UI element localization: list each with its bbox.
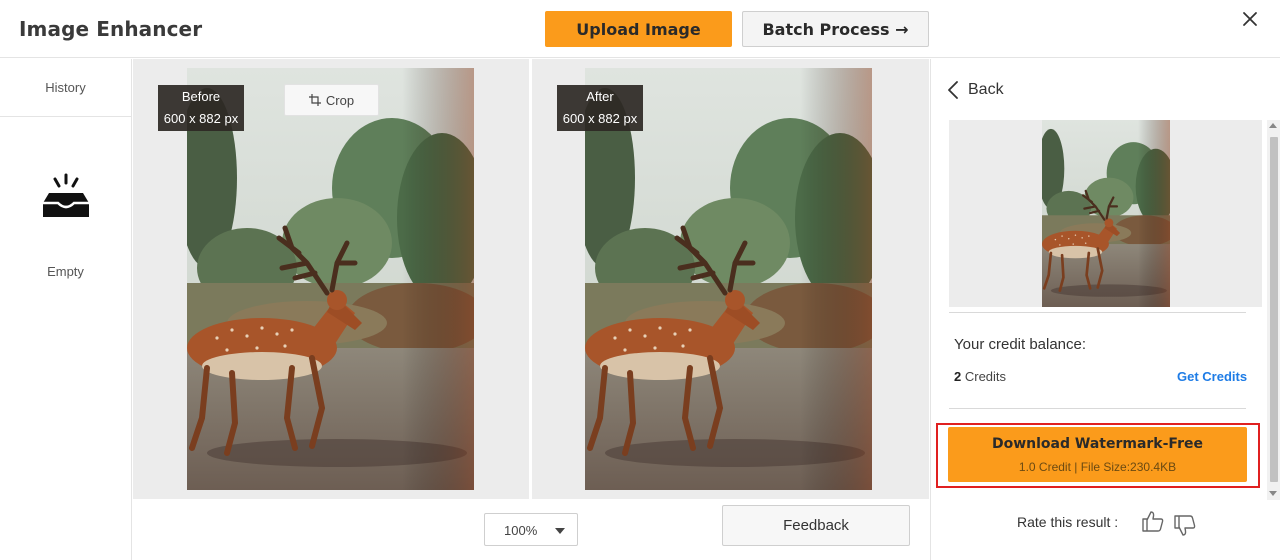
compare-area: Before 600 x 882 px Crop After 600 x 882… — [133, 59, 929, 560]
download-watermark-free-button[interactable]: Download Watermark-Free 1.0 Credit | Fil… — [948, 427, 1247, 482]
chevron-down-icon — [555, 528, 565, 534]
result-thumbnail — [1042, 120, 1170, 307]
history-tab[interactable]: History — [0, 59, 131, 117]
after-size: 600 x 882 px — [562, 111, 638, 126]
thumbs-up-icon[interactable] — [1141, 509, 1165, 533]
divider — [949, 312, 1246, 313]
scrollbar[interactable] — [1267, 120, 1280, 500]
before-size: 600 x 882 px — [163, 111, 239, 126]
before-badge: Before 600 x 882 px — [158, 85, 244, 131]
download-subtitle: 1.0 Credit | File Size:230.4KB — [1018, 460, 1177, 474]
crop-icon — [308, 94, 321, 106]
batch-process-button[interactable]: Batch Process → — [742, 11, 929, 47]
before-label: Before — [181, 89, 221, 104]
after-label: After — [586, 89, 614, 104]
before-pane: Before 600 x 882 px Crop — [133, 59, 529, 499]
after-pane: After 600 x 882 px — [532, 59, 929, 499]
crop-label: Crop — [325, 92, 355, 108]
after-image — [585, 68, 872, 490]
upload-image-button[interactable]: Upload Image — [545, 11, 732, 47]
after-badge: After 600 x 882 px — [557, 85, 643, 131]
close-icon[interactable] — [1240, 9, 1260, 29]
result-panel: Back Your credit balance: 2 Credits Get … — [930, 59, 1280, 560]
chevron-left-icon — [948, 81, 958, 99]
feedback-button[interactable]: Feedback — [722, 505, 910, 546]
top-bar: Image Enhancer Upload Image Batch Proces… — [0, 0, 1280, 58]
result-preview — [949, 120, 1262, 307]
back-label: Back — [968, 81, 1004, 98]
credit-count-unit: Credits — [961, 369, 1007, 384]
thumbs-down-icon[interactable] — [1173, 514, 1197, 538]
scrollbar-thumb[interactable] — [1270, 137, 1278, 482]
get-credits-link[interactable]: Get Credits — [1177, 369, 1247, 384]
before-image — [187, 68, 474, 490]
credit-count: 2 Credits — [954, 369, 1006, 384]
scroll-down-arrow-icon[interactable] — [1269, 491, 1277, 496]
zoom-select[interactable]: 100% — [484, 513, 578, 546]
divider — [949, 408, 1246, 409]
empty-tray-icon — [43, 173, 89, 217]
empty-history-label: Empty — [47, 264, 84, 279]
zoom-value: 100% — [504, 523, 538, 538]
back-button[interactable]: Back — [948, 79, 1004, 101]
crop-button[interactable]: Crop — [284, 84, 379, 116]
rate-result-label: Rate this result : — [1017, 514, 1119, 530]
download-title: Download Watermark-Free — [991, 436, 1203, 452]
app-title: Image Enhancer — [19, 17, 203, 41]
history-sidebar: History Empty — [0, 59, 132, 560]
scroll-up-arrow-icon[interactable] — [1269, 123, 1277, 128]
credit-balance-label: Your credit balance: — [954, 336, 1087, 353]
